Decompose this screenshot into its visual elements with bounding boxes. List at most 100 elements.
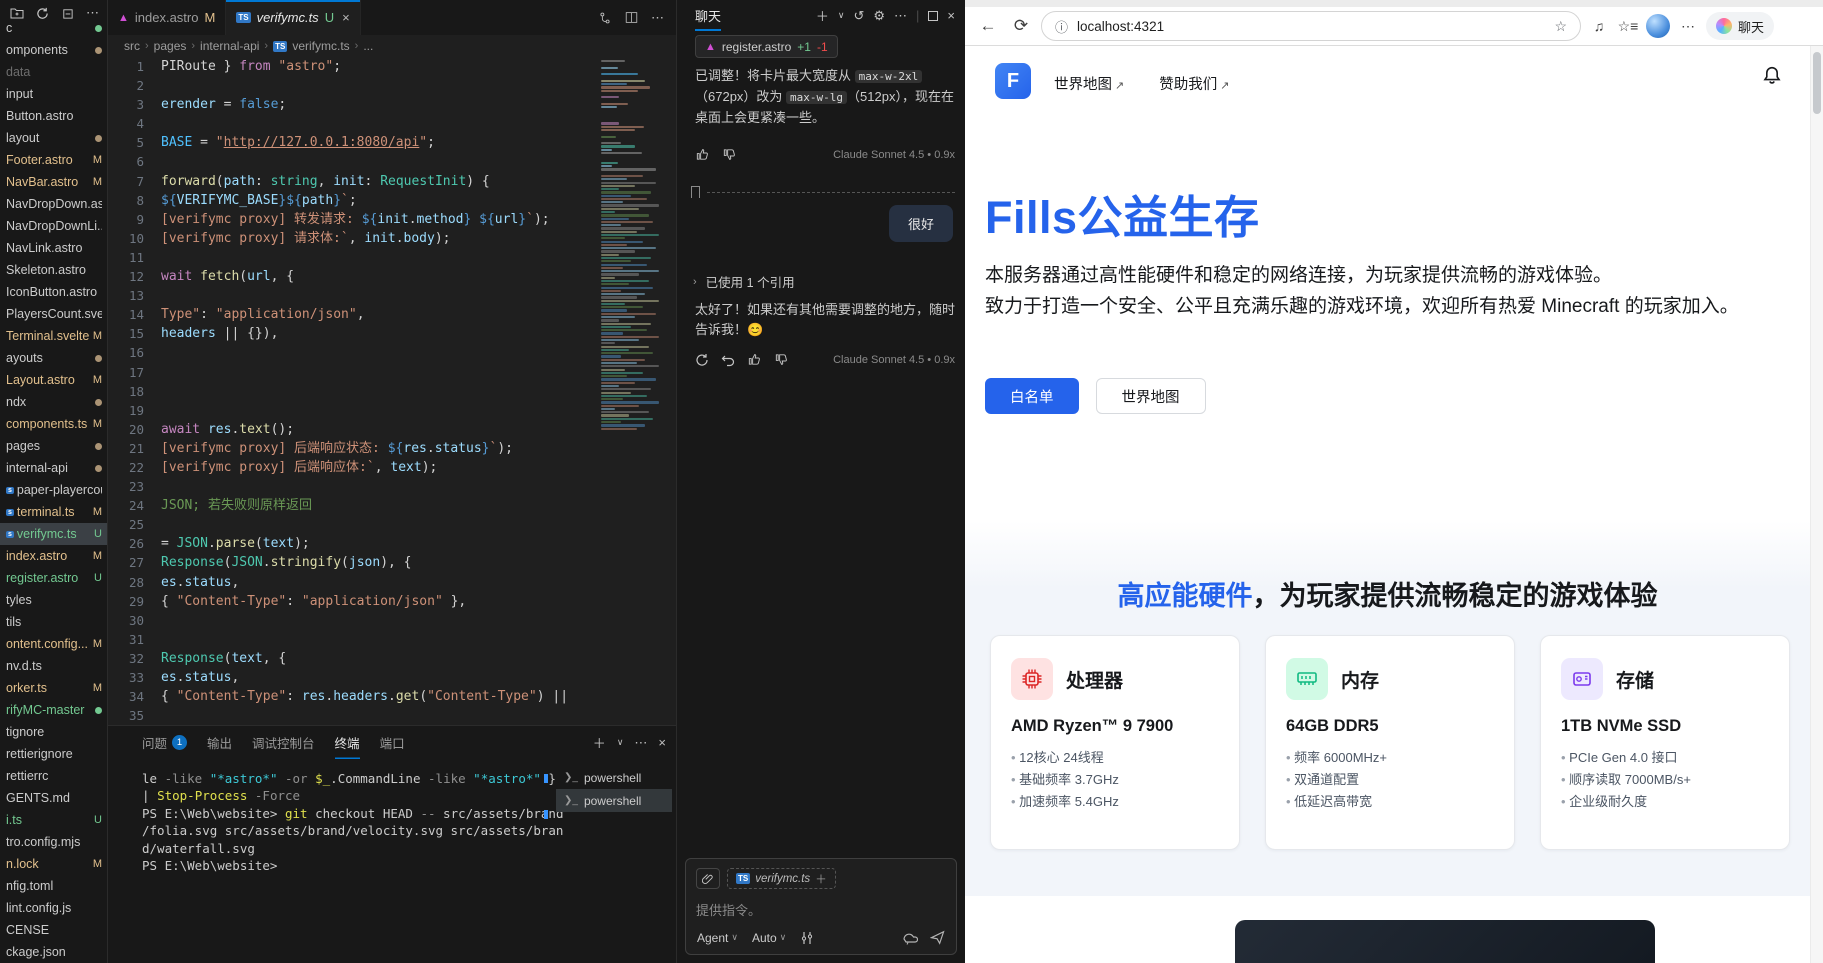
file-tree-item[interactable]: sverifymc.tsU <box>0 523 107 545</box>
editor-scrollbar[interactable] <box>662 57 676 725</box>
breadcrumb-part[interactable]: internal-api <box>200 39 259 53</box>
panel-tab-端口[interactable]: 端口 <box>380 726 405 759</box>
send-icon[interactable] <box>930 930 945 945</box>
chat-input[interactable]: 提供指令。 <box>696 900 946 919</box>
back-icon[interactable]: ← <box>975 16 1001 36</box>
attach-context-button[interactable] <box>696 868 720 889</box>
breadcrumb-part[interactable]: ... <box>363 39 373 53</box>
file-tree-item[interactable]: nfig.toml <box>0 875 107 897</box>
breadcrumb[interactable]: src›pages›internal-api›TSverifymc.ts›... <box>108 35 676 57</box>
scrollbar-thumb[interactable] <box>1813 52 1821 114</box>
file-tree-item[interactable]: sterminal.tsM <box>0 501 107 523</box>
site-info-icon[interactable]: ⓘ <box>1055 17 1068 36</box>
model-picker[interactable]: Auto ∨ <box>752 931 786 945</box>
file-tree-item[interactable]: components.tsM <box>0 413 107 435</box>
file-tree-item[interactable]: orker.tsM <box>0 677 107 699</box>
panel-tab-输出[interactable]: 输出 <box>207 726 232 759</box>
file-tree-item[interactable]: lint.config.js <box>0 897 107 919</box>
page-scrollbar[interactable] <box>1810 46 1823 963</box>
source-control-graph-icon[interactable] <box>598 11 612 25</box>
panel-tab-终端[interactable]: 终端 <box>335 726 360 759</box>
code-editor[interactable]: 1PIRoute } from "astro";23erender = fals… <box>108 57 594 725</box>
file-tree-item[interactable]: NavDropDown.as... <box>0 193 107 215</box>
file-tree-item[interactable]: NavDropDownLi... <box>0 215 107 237</box>
reload-icon[interactable]: ⟳ <box>1008 16 1034 36</box>
file-tree-item[interactable]: tyles <box>0 589 107 611</box>
file-tree-item[interactable]: tro.config.mjs <box>0 831 107 853</box>
thumbs-down-icon[interactable] <box>774 352 789 367</box>
file-tree-item[interactable]: data <box>0 61 107 83</box>
gear-icon[interactable]: ⚙ <box>873 8 885 24</box>
favorites-icon[interactable]: ☆≡ <box>1617 18 1639 35</box>
terminal-instance[interactable]: ❯_powershell <box>556 789 672 812</box>
thumbs-up-icon[interactable] <box>695 147 710 162</box>
file-tree-item[interactable]: NavBar.astroM <box>0 171 107 193</box>
chevron-down-icon[interactable]: ∨ <box>838 10 845 21</box>
terminal-output[interactable]: le -like "*astro*" -or $_.CommandLine -l… <box>142 770 572 963</box>
close-icon[interactable]: × <box>947 8 955 23</box>
undo-icon[interactable] <box>721 353 735 367</box>
panel-close-icon[interactable]: × <box>658 735 666 750</box>
favorite-star-icon[interactable]: ☆ <box>1554 18 1567 35</box>
file-tree-item[interactable]: Footer.astroM <box>0 149 107 171</box>
file-tree-item[interactable]: tignore <box>0 721 107 743</box>
chevron-down-icon[interactable]: ∨ <box>617 737 624 748</box>
file-tree-item[interactable]: GENTS.md <box>0 787 107 809</box>
file-tree-item[interactable]: layout <box>0 127 107 149</box>
file-tree-item[interactable]: PlayersCount.svelte <box>0 303 107 325</box>
context-file-chip[interactable]: TS verifymc.ts ＋ <box>727 868 836 889</box>
file-tree-item[interactable]: c <box>0 17 107 39</box>
add-context-icon[interactable]: ＋ <box>815 871 827 887</box>
file-tree-item[interactable]: rettierignore <box>0 743 107 765</box>
file-tree-item[interactable]: register.astroU <box>0 567 107 589</box>
split-editor-icon[interactable] <box>625 11 638 24</box>
panel-more-icon[interactable]: ⋯ <box>634 735 647 751</box>
changed-file-pill[interactable]: ▲ register.astro +1 -1 <box>695 35 838 58</box>
nav-link-世界地图[interactable]: 世界地图↗ <box>1054 73 1124 94</box>
history-icon[interactable]: ↺ <box>853 8 864 24</box>
maximize-icon[interactable] <box>928 11 938 21</box>
file-tree-item[interactable]: Button.astro <box>0 105 107 127</box>
chat-input-box[interactable]: TS verifymc.ts ＋ 提供指令。 Agent ∨ Auto ∨ <box>685 858 957 955</box>
panel-tab-调试控制台[interactable]: 调试控制台 <box>252 726 315 759</box>
editor-tab-index.astro[interactable]: ▲index.astroM <box>108 0 226 35</box>
minimap[interactable] <box>598 57 662 725</box>
file-tree-item[interactable]: NavLink.astro <box>0 237 107 259</box>
thumbs-up-icon[interactable] <box>747 352 762 367</box>
button-白名单[interactable]: 白名单 <box>985 378 1079 414</box>
notification-bell-icon[interactable] <box>1762 65 1782 86</box>
retry-icon[interactable] <box>695 353 709 367</box>
file-tree-item[interactable]: IconButton.astro <box>0 281 107 303</box>
file-tree-item[interactable]: ayouts <box>0 347 107 369</box>
breadcrumb-part[interactable]: src <box>124 39 140 53</box>
address-bar[interactable]: ⓘ localhost:4321 ☆ <box>1041 11 1581 41</box>
breadcrumb-part[interactable]: pages <box>154 39 187 53</box>
tab-chat[interactable]: 聊天 <box>695 0 721 31</box>
file-tree-item[interactable]: Layout.astroM <box>0 369 107 391</box>
file-tree-item[interactable]: index.astroM <box>0 545 107 567</box>
file-tree-item[interactable]: tils <box>0 611 107 633</box>
profile-avatar[interactable] <box>1646 14 1670 38</box>
file-tree-item[interactable]: Skeleton.astro <box>0 259 107 281</box>
editor-more-icon[interactable]: ⋯ <box>651 10 664 26</box>
file-tree-item[interactable]: internal-api <box>0 457 107 479</box>
file-tree-item[interactable]: rifyMC-master <box>0 699 107 721</box>
file-tree-item[interactable]: i.tsU <box>0 809 107 831</box>
file-tree-item[interactable]: ndx <box>0 391 107 413</box>
copilot-chat-button[interactable]: 聊天 <box>1706 12 1774 40</box>
browser-more-icon[interactable]: ⋯ <box>1677 18 1699 35</box>
panel-tab-问题[interactable]: 问题1 <box>142 726 187 759</box>
tools-icon[interactable] <box>800 931 814 945</box>
button-世界地图[interactable]: 世界地图 <box>1096 378 1206 414</box>
new-terminal-icon[interactable]: ＋ <box>593 733 606 752</box>
file-tree-item[interactable]: n.lockM <box>0 853 107 875</box>
file-tree-item[interactable]: nv.d.ts <box>0 655 107 677</box>
new-chat-icon[interactable]: ＋ <box>816 6 829 25</box>
file-tree-item[interactable]: rettierrc <box>0 765 107 787</box>
close-icon[interactable]: × <box>342 10 350 25</box>
more-icon[interactable]: ⋯ <box>894 8 907 24</box>
references-toggle[interactable]: › 已使用 1 个引用 <box>693 272 795 291</box>
thumbs-down-icon[interactable] <box>722 147 737 162</box>
bookmark-icon[interactable] <box>691 186 700 198</box>
file-tree-item[interactable]: Terminal.svelteM <box>0 325 107 347</box>
